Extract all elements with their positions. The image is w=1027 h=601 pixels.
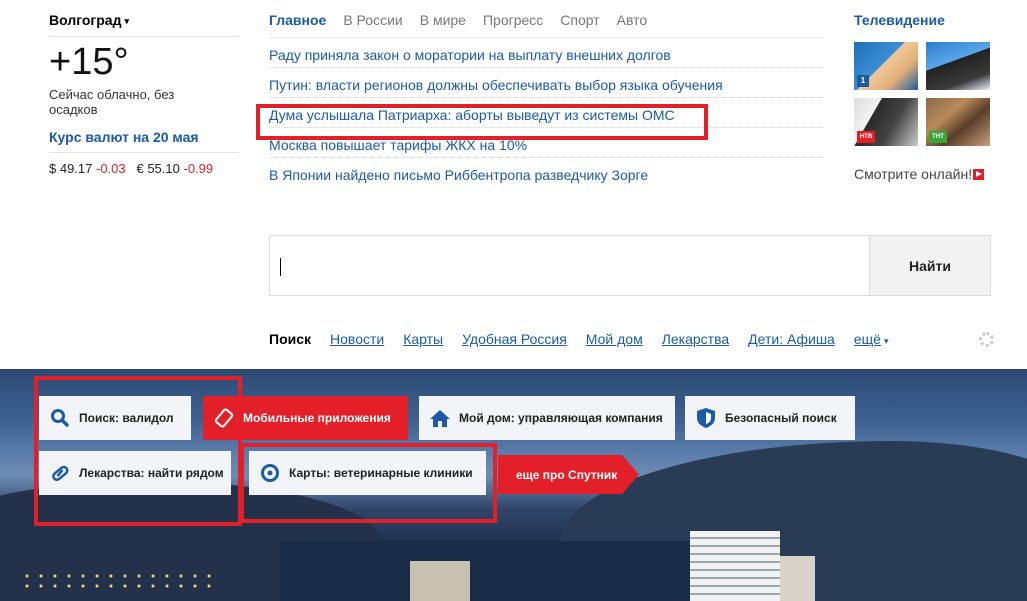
channel-badge: 1	[857, 75, 869, 87]
tv-title[interactable]: Телевидение	[854, 12, 994, 28]
service-my-home[interactable]: Мой дом	[586, 331, 643, 347]
service-search[interactable]: Поиск	[269, 331, 311, 347]
city-label[interactable]: Волгоград	[49, 12, 121, 28]
highlight-box	[240, 443, 497, 523]
tile-label: Безопасный поиск	[725, 411, 837, 425]
news-item[interactable]: В Японии найдено письмо Риббентропа разв…	[269, 158, 824, 188]
text-cursor	[280, 258, 281, 276]
eur-change: -0.99	[183, 161, 214, 176]
tab-progress[interactable]: Прогресс	[483, 12, 543, 28]
left-column: Волгоград ▾ +15° Сейчас облачно, без осад…	[49, 12, 239, 176]
tab-auto[interactable]: Авто	[617, 12, 648, 28]
city-selector[interactable]: Волгоград ▾	[49, 12, 239, 37]
service-kids-afisha[interactable]: Дети: Афиша	[748, 331, 835, 347]
city-lights	[20, 571, 220, 591]
background-building	[410, 561, 470, 601]
service-convenient-russia[interactable]: Удобная Россия	[462, 331, 567, 347]
search-button[interactable]: Найти	[869, 236, 990, 295]
tv-thumbnail[interactable]: 1	[854, 42, 918, 90]
tv-block: Телевидение 1 НТВ ТНТ Смотрите онлайн!	[854, 12, 994, 182]
service-more[interactable]: ещё ▾	[854, 331, 889, 347]
watch-online-link[interactable]: Смотрите онлайн!	[854, 166, 994, 182]
highlight-box	[34, 376, 242, 526]
service-medicines[interactable]: Лекарства	[662, 331, 729, 347]
play-icon[interactable]	[973, 169, 985, 180]
tile-label: Мой дом: управляющая компания	[459, 411, 663, 425]
search-input[interactable]	[270, 236, 869, 295]
weather-condition: Сейчас облачно, без осадков	[49, 87, 175, 117]
tv-thumbnail[interactable]: НТВ	[854, 98, 918, 146]
tile-label: Мобильные приложения	[243, 411, 391, 425]
tile-safe-search[interactable]: Безопасный поиск	[685, 396, 855, 440]
highlight-box	[256, 104, 708, 140]
chevron-down-icon[interactable]: ▾	[884, 336, 889, 347]
service-maps[interactable]: Карты	[403, 331, 443, 347]
more-label[interactable]: ещё	[854, 331, 881, 347]
services-nav: Поиск Новости Карты Удобная Россия Мой д…	[269, 331, 994, 347]
service-news[interactable]: Новости	[330, 331, 384, 347]
news-item[interactable]: Раду приняла закон о моратории на выплат…	[269, 38, 824, 68]
news-item[interactable]: Путин: власти регионов должны обеспечива…	[269, 68, 824, 98]
channel-badge: НТВ	[857, 131, 875, 143]
more-sputnik-button[interactable]: еще про Спутник	[498, 455, 639, 494]
background-building	[690, 531, 780, 601]
tab-main[interactable]: Главное	[269, 12, 326, 28]
search-bar: Найти	[269, 235, 991, 296]
tab-russia[interactable]: В России	[343, 12, 402, 28]
shield-icon	[695, 407, 717, 429]
background-sea	[280, 541, 760, 601]
watch-online-label[interactable]: Смотрите онлайн!	[854, 166, 972, 182]
channel-badge: ТНТ	[929, 131, 947, 143]
tv-thumbnail[interactable]	[926, 42, 990, 90]
usd-rate: $ 49.17	[49, 161, 93, 176]
eur-rate: € 55.10	[136, 161, 180, 176]
home-icon	[429, 407, 451, 429]
tile-my-home[interactable]: Мой дом: управляющая компания	[419, 396, 675, 440]
currency-rates-title[interactable]: Курс валют на 20 мая	[49, 129, 239, 153]
currency-rates: $ 49.17 -0.03 € 55.10 -0.99	[49, 161, 239, 176]
gear-icon[interactable]	[979, 332, 994, 347]
news-block: Главное В России В мире Прогресс Спорт А…	[269, 12, 824, 188]
chevron-down-icon[interactable]: ▾	[124, 16, 129, 26]
news-tabs: Главное В России В мире Прогресс Спорт А…	[269, 12, 824, 38]
background-building	[780, 556, 815, 601]
more-sputnik-label[interactable]: еще про Спутник	[516, 468, 617, 482]
tv-thumbnail[interactable]: ТНТ	[926, 98, 990, 146]
temperature[interactable]: +15°	[49, 41, 239, 83]
tab-world[interactable]: В мире	[420, 12, 466, 28]
tab-sport[interactable]: Спорт	[560, 12, 599, 28]
tv-thumbnails: 1 НТВ ТНТ	[854, 42, 994, 146]
usd-change: -0.03	[96, 161, 126, 176]
